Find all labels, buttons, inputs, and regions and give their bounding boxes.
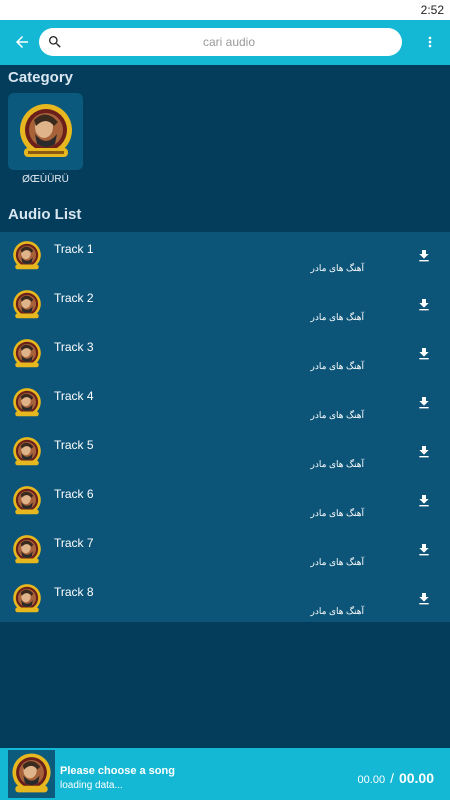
download-icon[interactable] [416, 248, 432, 264]
download-icon[interactable] [416, 395, 432, 411]
track-thumbnail [10, 581, 44, 617]
track-thumbnail [10, 336, 44, 372]
track-title: Track 5 [54, 438, 94, 452]
download-icon[interactable] [416, 591, 432, 607]
search-box[interactable] [39, 28, 402, 56]
track-thumbnail [10, 483, 44, 519]
track-title: Track 8 [54, 585, 94, 599]
album-art-icon [13, 339, 41, 368]
category-label: ØŒÙÜRÜ [22, 174, 69, 185]
download-icon[interactable] [416, 444, 432, 460]
status-time: 2:52 [420, 3, 444, 17]
time-separator: / [390, 770, 394, 786]
album-art-icon [13, 388, 41, 417]
album-art-icon [13, 437, 41, 466]
track-subtitle: آهنگ های مادر [310, 557, 364, 567]
category-tile[interactable] [8, 93, 83, 170]
track-row[interactable]: Track 1 آهنگ های مادر [0, 232, 450, 281]
search-input[interactable] [69, 32, 389, 52]
track-subtitle: آهنگ های مادر [310, 459, 364, 469]
track-thumbnail [10, 532, 44, 568]
player-thumbnail [8, 750, 55, 798]
track-row[interactable]: Track 2 آهنگ های مادر [0, 281, 450, 330]
player-status: loading data... [60, 780, 123, 791]
track-subtitle: آهنگ های مادر [310, 263, 364, 273]
track-subtitle: آهنگ های مادر [310, 312, 364, 322]
album-art-icon [19, 103, 72, 157]
track-title: Track 3 [54, 340, 94, 354]
track-thumbnail [10, 238, 44, 274]
track-thumbnail [10, 385, 44, 421]
track-subtitle: آهنگ های مادر [310, 361, 364, 371]
download-icon[interactable] [416, 542, 432, 558]
app-bar [0, 20, 450, 65]
audio-list: Track 1 آهنگ های مادر Track 2 آهنگ های م… [0, 232, 450, 622]
album-art-icon [13, 290, 41, 319]
album-art-icon [13, 486, 41, 515]
track-title: Track 2 [54, 291, 94, 305]
current-time: 00.00 [357, 774, 386, 786]
track-subtitle: آهنگ های مادر [310, 410, 364, 420]
player-bar[interactable]: Please choose a song loading data... 00.… [0, 748, 450, 800]
download-icon[interactable] [416, 346, 432, 362]
track-row[interactable]: Track 7 آهنگ های مادر [0, 526, 450, 575]
track-subtitle: آهنگ های مادر [310, 606, 364, 616]
track-subtitle: آهنگ های مادر [310, 508, 364, 518]
audio-list-heading: Audio List [8, 206, 82, 223]
track-title: Track 7 [54, 536, 94, 550]
track-title: Track 6 [54, 487, 94, 501]
category-heading: Category [8, 69, 74, 86]
track-thumbnail [10, 434, 44, 470]
track-row[interactable]: Track 4 آهنگ های مادر [0, 379, 450, 428]
download-icon[interactable] [416, 493, 432, 509]
track-row[interactable]: Track 5 آهنگ های مادر [0, 428, 450, 477]
back-button[interactable] [6, 26, 38, 58]
download-icon[interactable] [416, 297, 432, 313]
album-art-icon [13, 241, 41, 270]
overflow-menu-button[interactable] [422, 30, 438, 54]
total-time: 00.00 [398, 770, 434, 786]
more-vert-icon [428, 36, 432, 48]
track-title: Track 4 [54, 389, 94, 403]
track-thumbnail [10, 287, 44, 323]
album-art-icon [13, 535, 41, 564]
album-art-icon [13, 584, 41, 613]
track-row[interactable]: Track 8 آهنگ های مادر [0, 575, 450, 624]
track-title: Track 1 [54, 242, 94, 256]
player-title: Please choose a song [60, 765, 175, 777]
player-time: 00.00 / 00.00 [358, 770, 434, 786]
album-art-icon [12, 753, 51, 793]
track-row[interactable]: Track 3 آهنگ های مادر [0, 330, 450, 379]
search-icon [49, 36, 61, 48]
status-bar: 2:52 [0, 0, 450, 20]
track-row[interactable]: Track 6 آهنگ های مادر [0, 477, 450, 526]
arrow-back-icon [16, 36, 28, 48]
